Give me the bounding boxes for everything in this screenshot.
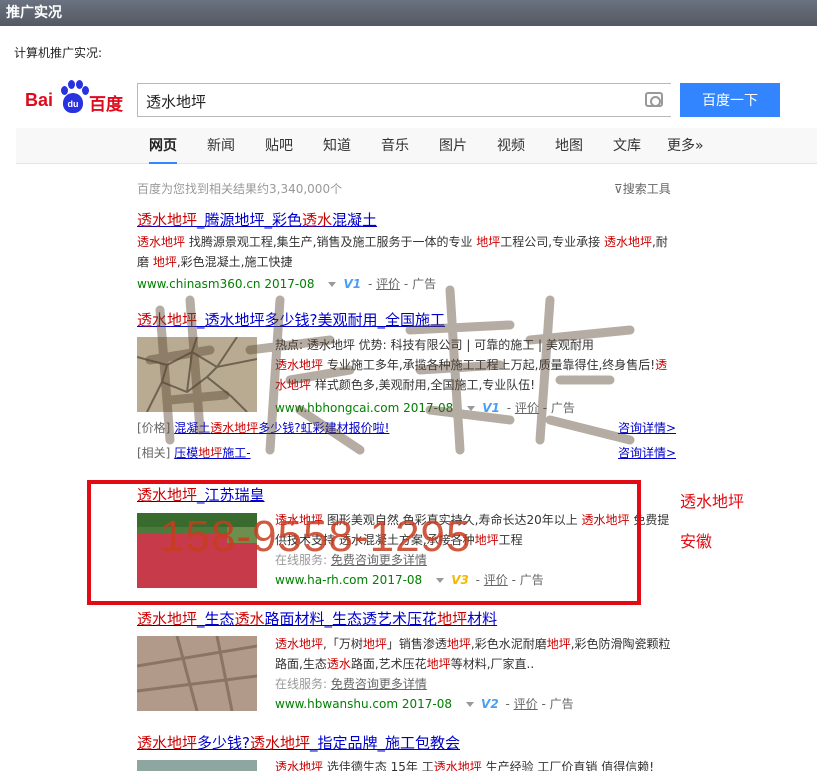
- dropdown-arrow-icon[interactable]: [466, 702, 475, 707]
- search-box: [137, 83, 671, 117]
- search-input[interactable]: [146, 90, 636, 112]
- panel-label: 计算机推广实况:: [14, 46, 103, 60]
- filter-icon: ⊽: [614, 182, 623, 196]
- search-tools[interactable]: ⊽搜索工具: [614, 180, 671, 197]
- result-desc-4: 透水地坪,「万树地坪」销售渗透地坪,彩色水泥耐磨地坪,彩色防滑陶瓷颗粒路面,生态…: [275, 637, 671, 671]
- logo-cn-text: 百度: [89, 95, 123, 115]
- search-button[interactable]: 百度一下: [680, 83, 780, 117]
- tab-map[interactable]: 地图: [555, 128, 583, 164]
- tab-music[interactable]: 音乐: [381, 128, 409, 164]
- tab-more[interactable]: 更多»: [667, 128, 704, 164]
- paw-icon: du: [59, 80, 89, 116]
- result-title-4[interactable]: 透水地坪_生态透水路面材料_生态透艺术压花地坪材料: [137, 608, 497, 629]
- result-desc-1: 透水地坪 找腾源景观工程,集生产,销售及施工服务于一体的专业 地坪工程公司,专业…: [137, 235, 668, 269]
- side-annotation-region: 安徽: [680, 532, 713, 551]
- rate-link[interactable]: 评价: [514, 697, 538, 711]
- result-5-thumbnail[interactable]: [137, 760, 257, 771]
- annotation-highlight-box: [87, 480, 641, 605]
- side-annotation-product: 透水地坪: [680, 492, 745, 511]
- tab-web[interactable]: 网页: [149, 128, 177, 164]
- logo-du-text: du: [63, 93, 83, 113]
- online-service-4[interactable]: 在线服务: 免费咨询更多详情: [275, 675, 427, 692]
- tab-images[interactable]: 图片: [439, 128, 467, 164]
- search-nav-tabs: 网页 新闻 贴吧 知道 音乐 图片 视频 地图 文库 更多»: [16, 128, 817, 164]
- tab-wenku[interactable]: 文库: [613, 128, 641, 164]
- search-tools-label: 搜索工具: [622, 182, 671, 196]
- paving-thumbnail[interactable]: [137, 636, 257, 711]
- v-badge[interactable]: V2: [481, 697, 499, 711]
- tab-zhidao[interactable]: 知道: [323, 128, 351, 164]
- tab-video[interactable]: 视频: [497, 128, 525, 164]
- window-title: 推广实况: [0, 0, 817, 26]
- tab-news[interactable]: 新闻: [207, 128, 235, 164]
- result-url-4[interactable]: www.hbwanshu.com 2017-08 V2 - 评价 - 广告: [275, 695, 574, 712]
- result-title-5[interactable]: 透水地坪多少钱?透水地坪_指定品牌_施工包教会: [137, 732, 460, 753]
- tab-tieba[interactable]: 贴吧: [265, 128, 293, 164]
- logo-bai-text: Bai: [25, 90, 54, 110]
- camera-icon[interactable]: [645, 92, 663, 107]
- brush-watermark-graphic: [145, 285, 635, 455]
- result-count: 百度为您找到相关结果约3,340,000个: [137, 182, 343, 196]
- result-title-1[interactable]: 透水地坪_腾源地坪_彩色透水混凝土: [137, 209, 377, 230]
- baidu-logo[interactable]: Bai du 百度: [25, 80, 131, 118]
- result-desc-5: 透水地坪 选佳德生态 15年 工透水地坪 生产经验 工厂价直销 值得信赖!: [275, 760, 655, 771]
